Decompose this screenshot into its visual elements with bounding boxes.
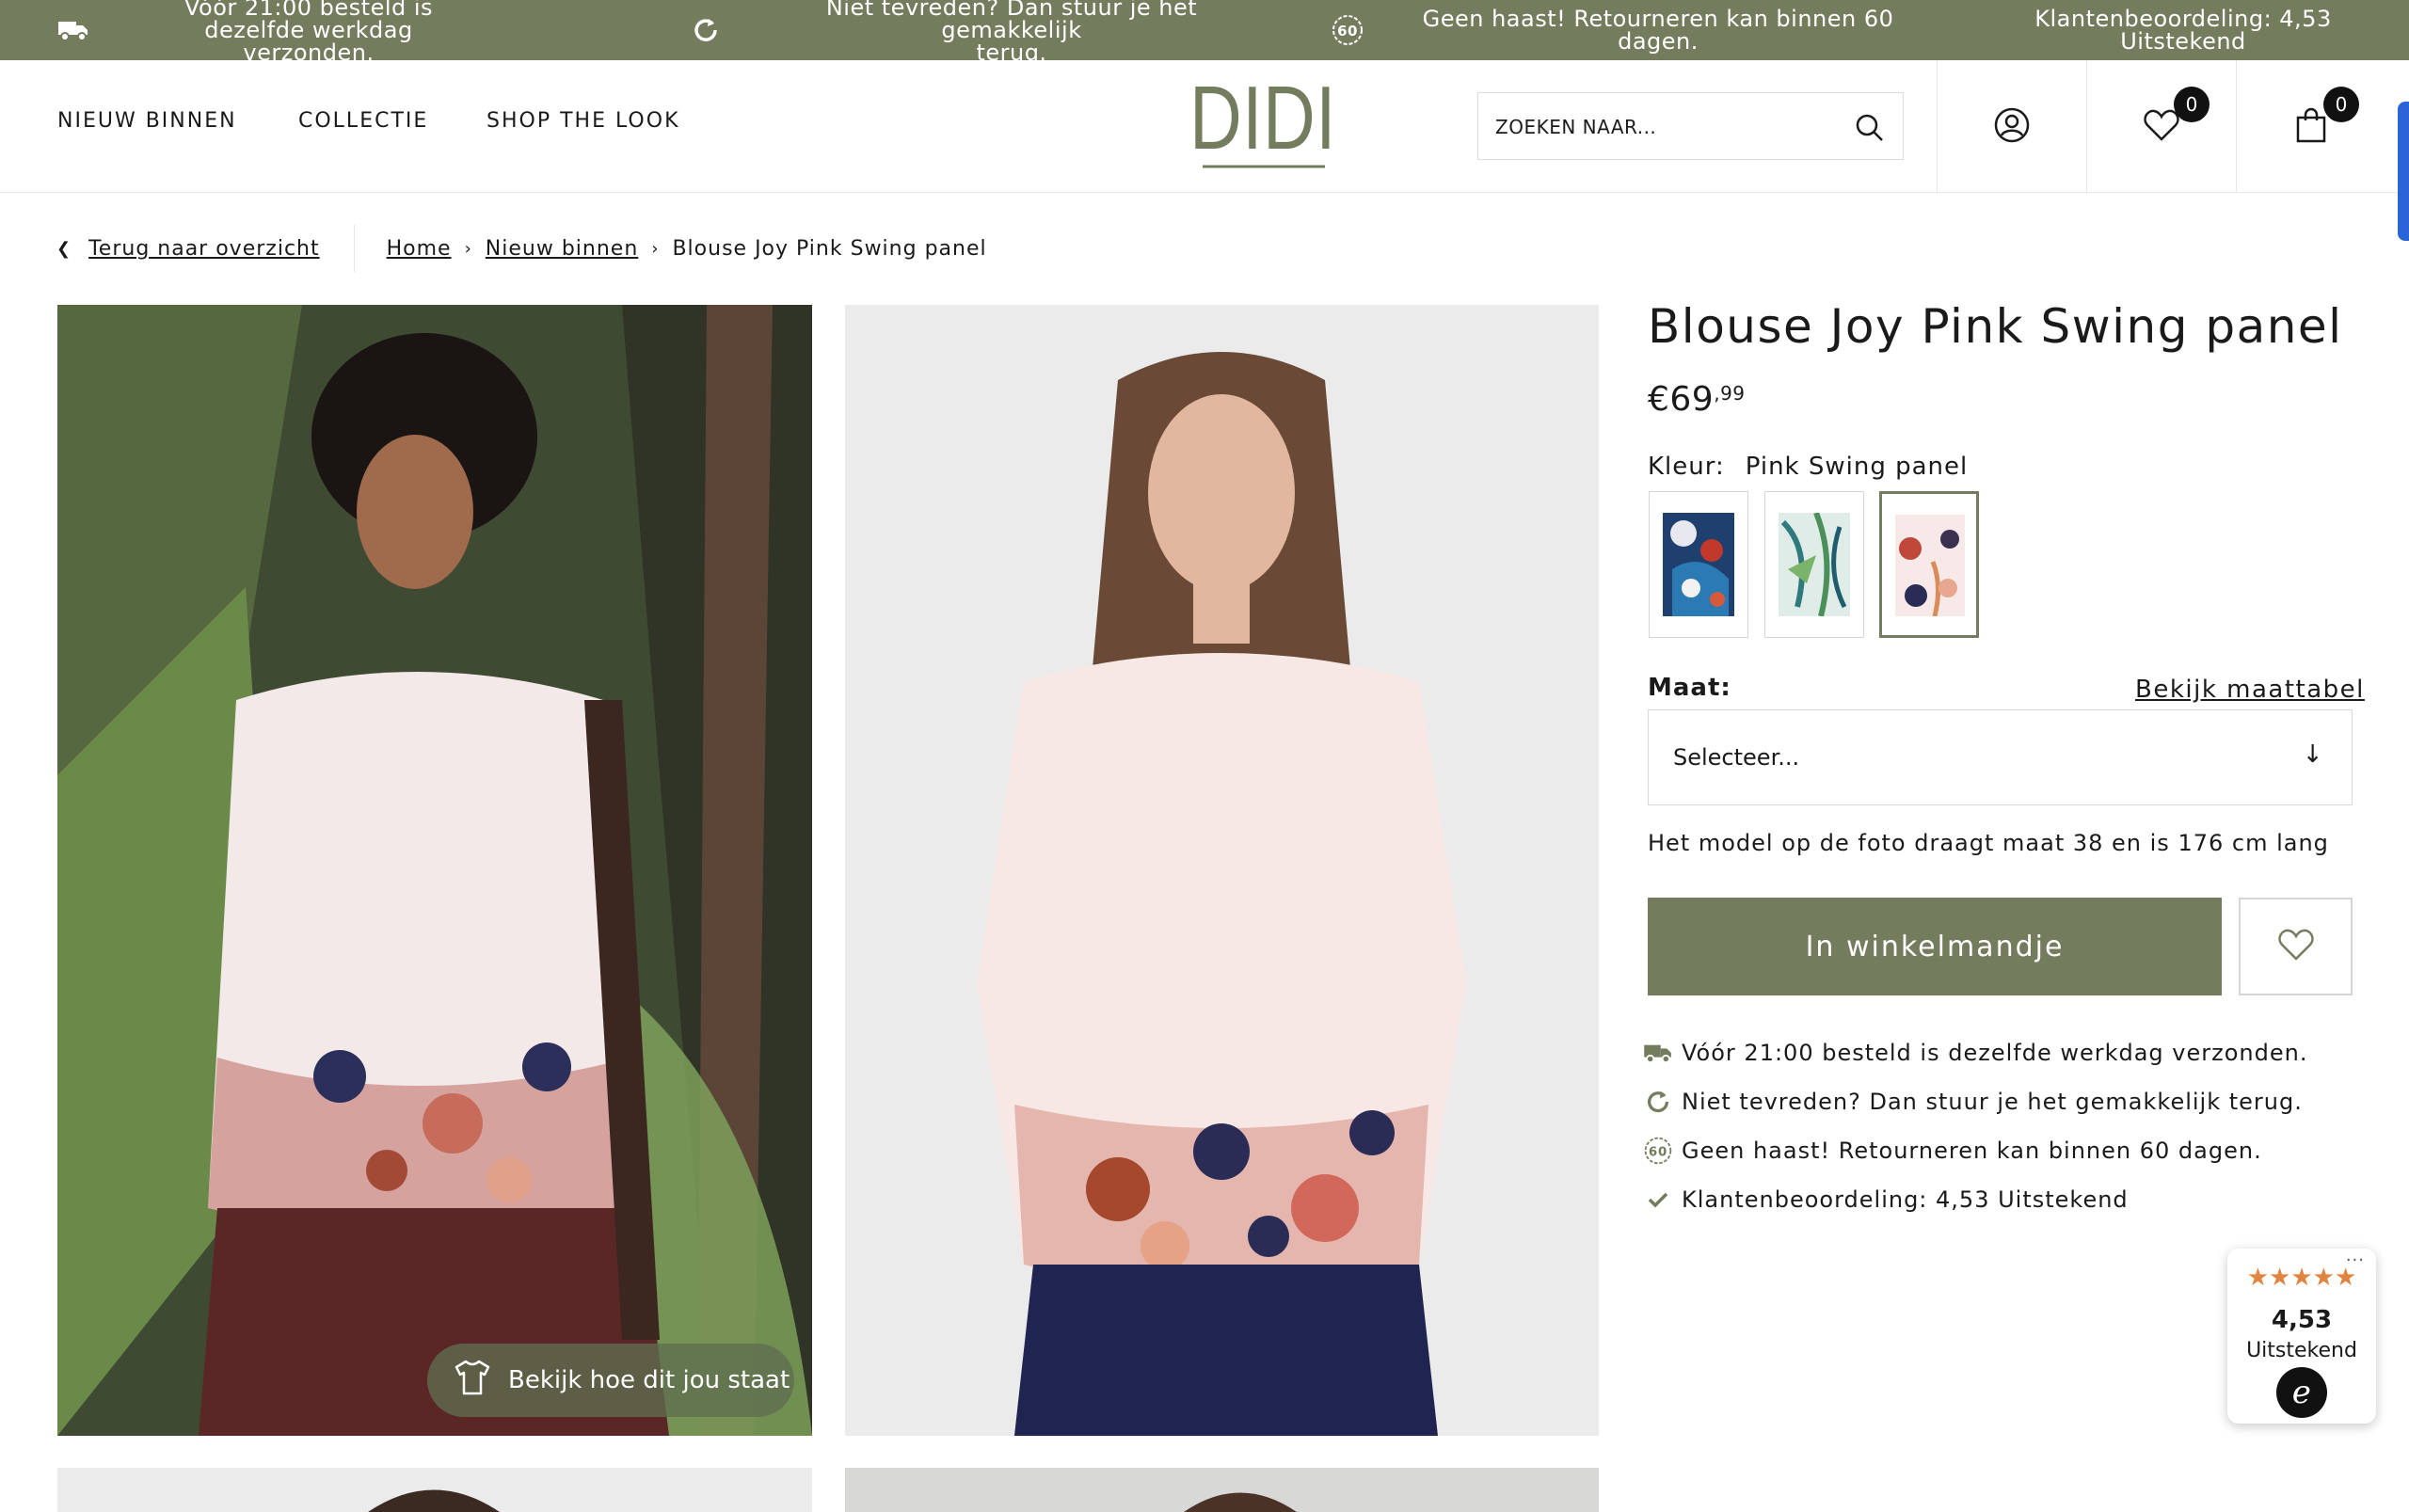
- model-size-note: Het model op de foto draagt maat 38 en i…: [1648, 830, 2329, 856]
- back-to-overview-link[interactable]: Terug naar overzicht: [88, 237, 320, 261]
- product-price: €69,99: [1648, 380, 1746, 419]
- chevron-left-icon: ❮: [56, 238, 72, 259]
- usp-list-item: Niet tevreden? Dan stuur je het gemakkel…: [1642, 1085, 2303, 1119]
- usp-text: Niet tevreden? Dan stuur je het gemakkel…: [1682, 1089, 2303, 1115]
- add-to-wishlist-button[interactable]: [2239, 898, 2353, 995]
- virtual-try-on-button[interactable]: Bekijk hoe dit jou staat: [427, 1344, 794, 1417]
- usp-text: Vóór 21:00 besteld is dezelfde werkdag v…: [1682, 1040, 2308, 1066]
- refresh-icon: [1642, 1086, 1674, 1118]
- cart-button[interactable]: 0: [2236, 60, 2385, 193]
- feedback-side-tab[interactable]: [2398, 102, 2409, 241]
- breadcrumb: ❮ Terug naar overzicht Home › Nieuw binn…: [56, 225, 987, 272]
- logo-text: DIDI: [1189, 77, 1336, 168]
- search-icon[interactable]: [1854, 112, 1886, 144]
- nav-collectie[interactable]: COLLECTIE: [298, 109, 428, 133]
- divider: [353, 225, 355, 272]
- usp-text: Geen haast! Retourneren kan binnen 60: [1422, 6, 1894, 32]
- tshirt-icon: [452, 1357, 493, 1405]
- price-main: €69: [1648, 380, 1715, 419]
- usp-list-item: 60 Geen haast! Retourneren kan binnen 60…: [1642, 1134, 2262, 1168]
- usp-text: Klantenbeoordeling: 4,53: [2034, 6, 2332, 32]
- color-swatch-blue-floral[interactable]: [1649, 491, 1748, 638]
- color-value: Pink Swing panel: [1745, 453, 1969, 481]
- heart-icon: [2143, 108, 2180, 146]
- wishlist-button[interactable]: 0: [2086, 60, 2236, 193]
- usp-text: dagen.: [1618, 28, 1699, 55]
- size-label: Maat:: [1648, 674, 1731, 702]
- color-swatch-pink-swing-selected[interactable]: [1879, 491, 1979, 638]
- product-photo-studio[interactable]: [845, 305, 1599, 1436]
- size-select-placeholder: Selecteer...: [1673, 744, 1800, 771]
- usp-item-sixty-days: 60 Geen haast! Retourneren kan binnen 60…: [1329, 0, 1912, 60]
- wishlist-count-badge: 0: [2174, 87, 2210, 122]
- truck-icon: [55, 11, 92, 49]
- refresh-icon: [687, 11, 725, 49]
- product-photo-4[interactable]: [845, 1468, 1599, 1512]
- usp-text: Klantenbeoordeling: 4,53 Uitstekend: [1682, 1186, 2129, 1213]
- usp-text: Uitstekend: [2120, 28, 2246, 55]
- sixty-days-icon: 60: [1642, 1135, 1674, 1167]
- user-icon: [1993, 106, 2031, 148]
- trusted-shops-rating-widget[interactable]: ··· ★★★★★ 4,53 Uitstekend e: [2227, 1249, 2376, 1424]
- chevron-right-icon: ›: [651, 238, 660, 259]
- usp-bar: Vóór 21:00 besteld is dezelfde werkdag v…: [0, 0, 2409, 64]
- rating-score: 4,53: [2271, 1306, 2333, 1334]
- price-cents: ,99: [1714, 382, 1746, 405]
- size-chart-link[interactable]: Bekijk maattabel: [2135, 676, 2365, 704]
- size-select[interactable]: Selecteer... ↓: [1648, 709, 2353, 805]
- truck-icon: [1642, 1037, 1674, 1069]
- cart-count-badge: 0: [2323, 87, 2359, 122]
- color-selector-label: Kleur: Pink Swing panel: [1648, 453, 1968, 481]
- usp-text: Vóór 21:00 besteld is dezelfde werkdag: [183, 0, 434, 43]
- usp-item-shipping: Vóór 21:00 besteld is dezelfde werkdag v…: [55, 0, 469, 64]
- nav-nieuw-binnen[interactable]: NIEUW BINNEN: [57, 109, 237, 133]
- brand-logo[interactable]: DIDI: [1188, 68, 1338, 171]
- product-photo-lifestyle[interactable]: [57, 305, 812, 1436]
- try-on-label: Bekijk hoe dit jou staat: [508, 1366, 790, 1394]
- usp-list-item: Klantenbeoordeling: 4,53 Uitstekend: [1642, 1183, 2129, 1217]
- arrow-down-icon: ↓: [2302, 740, 2323, 769]
- usp-item-rating: Klantenbeoordeling: 4,53 Uitstekend: [2033, 0, 2334, 60]
- usp-text: Geen haast! Retourneren kan binnen 60 da…: [1682, 1138, 2262, 1164]
- rating-label: Uitstekend: [2246, 1339, 2357, 1362]
- sixty-days-icon: 60: [1329, 11, 1366, 49]
- check-icon: [1642, 1184, 1674, 1216]
- nav-shop-the-look[interactable]: SHOP THE LOOK: [487, 109, 680, 133]
- breadcrumb-home[interactable]: Home: [387, 237, 452, 261]
- color-label: Kleur:: [1648, 453, 1725, 481]
- search-box: [1477, 92, 1904, 160]
- heart-icon: [2277, 928, 2315, 965]
- account-button[interactable]: [1937, 60, 2086, 193]
- svg-text:60: 60: [1337, 23, 1358, 40]
- product-photo-3[interactable]: [57, 1468, 812, 1512]
- color-swatch-green-leaves[interactable]: [1764, 491, 1864, 638]
- add-to-cart-button[interactable]: In winkelmandje: [1648, 898, 2222, 995]
- site-header: NIEUW BINNEN COLLECTIE SHOP THE LOOK DID…: [0, 60, 2409, 193]
- chevron-right-icon: ›: [464, 238, 472, 259]
- product-title: Blouse Joy Pink Swing panel: [1648, 299, 2343, 354]
- breadcrumb-nieuw-binnen[interactable]: Nieuw binnen: [486, 237, 638, 261]
- search-input[interactable]: [1495, 112, 1834, 142]
- usp-list-item: Vóór 21:00 besteld is dezelfde werkdag v…: [1642, 1036, 2307, 1070]
- usp-item-returns: Niet tevreden? Dan stuur je het gemakkel…: [687, 0, 1261, 64]
- trust-seal-icon: e: [2276, 1367, 2327, 1418]
- star-rating-icon: ★★★★★: [2246, 1264, 2357, 1292]
- svg-text:60: 60: [1649, 1145, 1667, 1159]
- shopping-bag-icon: [2295, 106, 2327, 148]
- breadcrumb-current: Blouse Joy Pink Swing panel: [672, 236, 987, 261]
- usp-text: Niet tevreden? Dan stuur je het gemakkel…: [825, 0, 1198, 43]
